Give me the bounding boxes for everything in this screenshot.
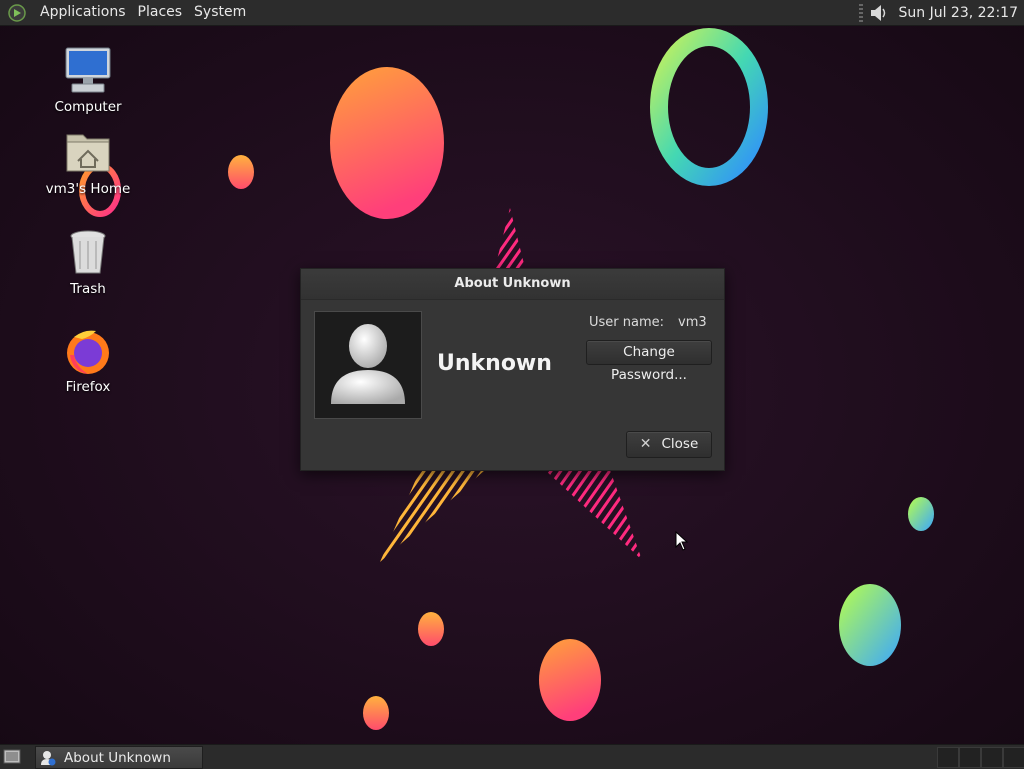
top-panel: Applications Places System Sun Jul 23, 2…: [0, 0, 1024, 26]
workspace-3[interactable]: [981, 747, 1003, 768]
desktop-icon-label: Computer: [40, 99, 136, 115]
change-password-button[interactable]: Change Password...: [586, 340, 712, 365]
user-info-icon: [40, 750, 56, 766]
computer-icon: [62, 45, 114, 97]
desktop-icon-trash[interactable]: Trash: [40, 227, 136, 297]
mouse-cursor-icon: [675, 531, 689, 551]
menu-applications[interactable]: Applications: [34, 0, 132, 25]
panel-separator: [859, 4, 863, 22]
panel-tray: Sun Jul 23, 22:17: [853, 0, 1024, 25]
taskbar-window-label: About Unknown: [64, 750, 171, 766]
close-button-label: Close: [661, 432, 698, 457]
desktop-icon-label: vm3's Home: [40, 181, 136, 197]
avatar[interactable]: [314, 311, 422, 419]
bottom-panel: About Unknown: [0, 744, 1024, 769]
user-name-label: User name:: [589, 315, 664, 330]
desktop-icon-label: Trash: [40, 281, 136, 297]
desktop-icon-label: Firefox: [40, 379, 136, 395]
clock[interactable]: Sun Jul 23, 22:17: [899, 5, 1024, 21]
menu-places[interactable]: Places: [132, 0, 189, 25]
distro-logo-icon[interactable]: [8, 4, 26, 22]
speaker-icon[interactable]: [869, 3, 889, 23]
show-desktop-icon[interactable]: [3, 748, 21, 765]
about-dialog: About Unknown Unknown User name: vm3 Cha…: [300, 268, 725, 471]
desktop-icon-home[interactable]: vm3's Home: [40, 127, 136, 197]
menu-system[interactable]: System: [188, 0, 252, 25]
dialog-title[interactable]: About Unknown: [301, 269, 724, 300]
display-name: Unknown: [437, 351, 552, 376]
workspace-2[interactable]: [959, 747, 981, 768]
home-folder-icon: [62, 127, 114, 179]
user-avatar-icon: [315, 312, 421, 418]
workspace-4[interactable]: [1003, 747, 1024, 768]
user-name-value: vm3: [678, 315, 707, 330]
close-icon: ✕: [640, 432, 652, 457]
desktop-icon-firefox[interactable]: Firefox: [40, 325, 136, 395]
taskbar-window-button[interactable]: About Unknown: [35, 746, 203, 769]
close-button[interactable]: ✕ Close: [626, 431, 712, 458]
workspace-1[interactable]: [937, 747, 959, 768]
firefox-icon: [62, 325, 114, 377]
desktop-icon-computer[interactable]: Computer: [40, 45, 136, 115]
trash-icon: [62, 227, 114, 279]
